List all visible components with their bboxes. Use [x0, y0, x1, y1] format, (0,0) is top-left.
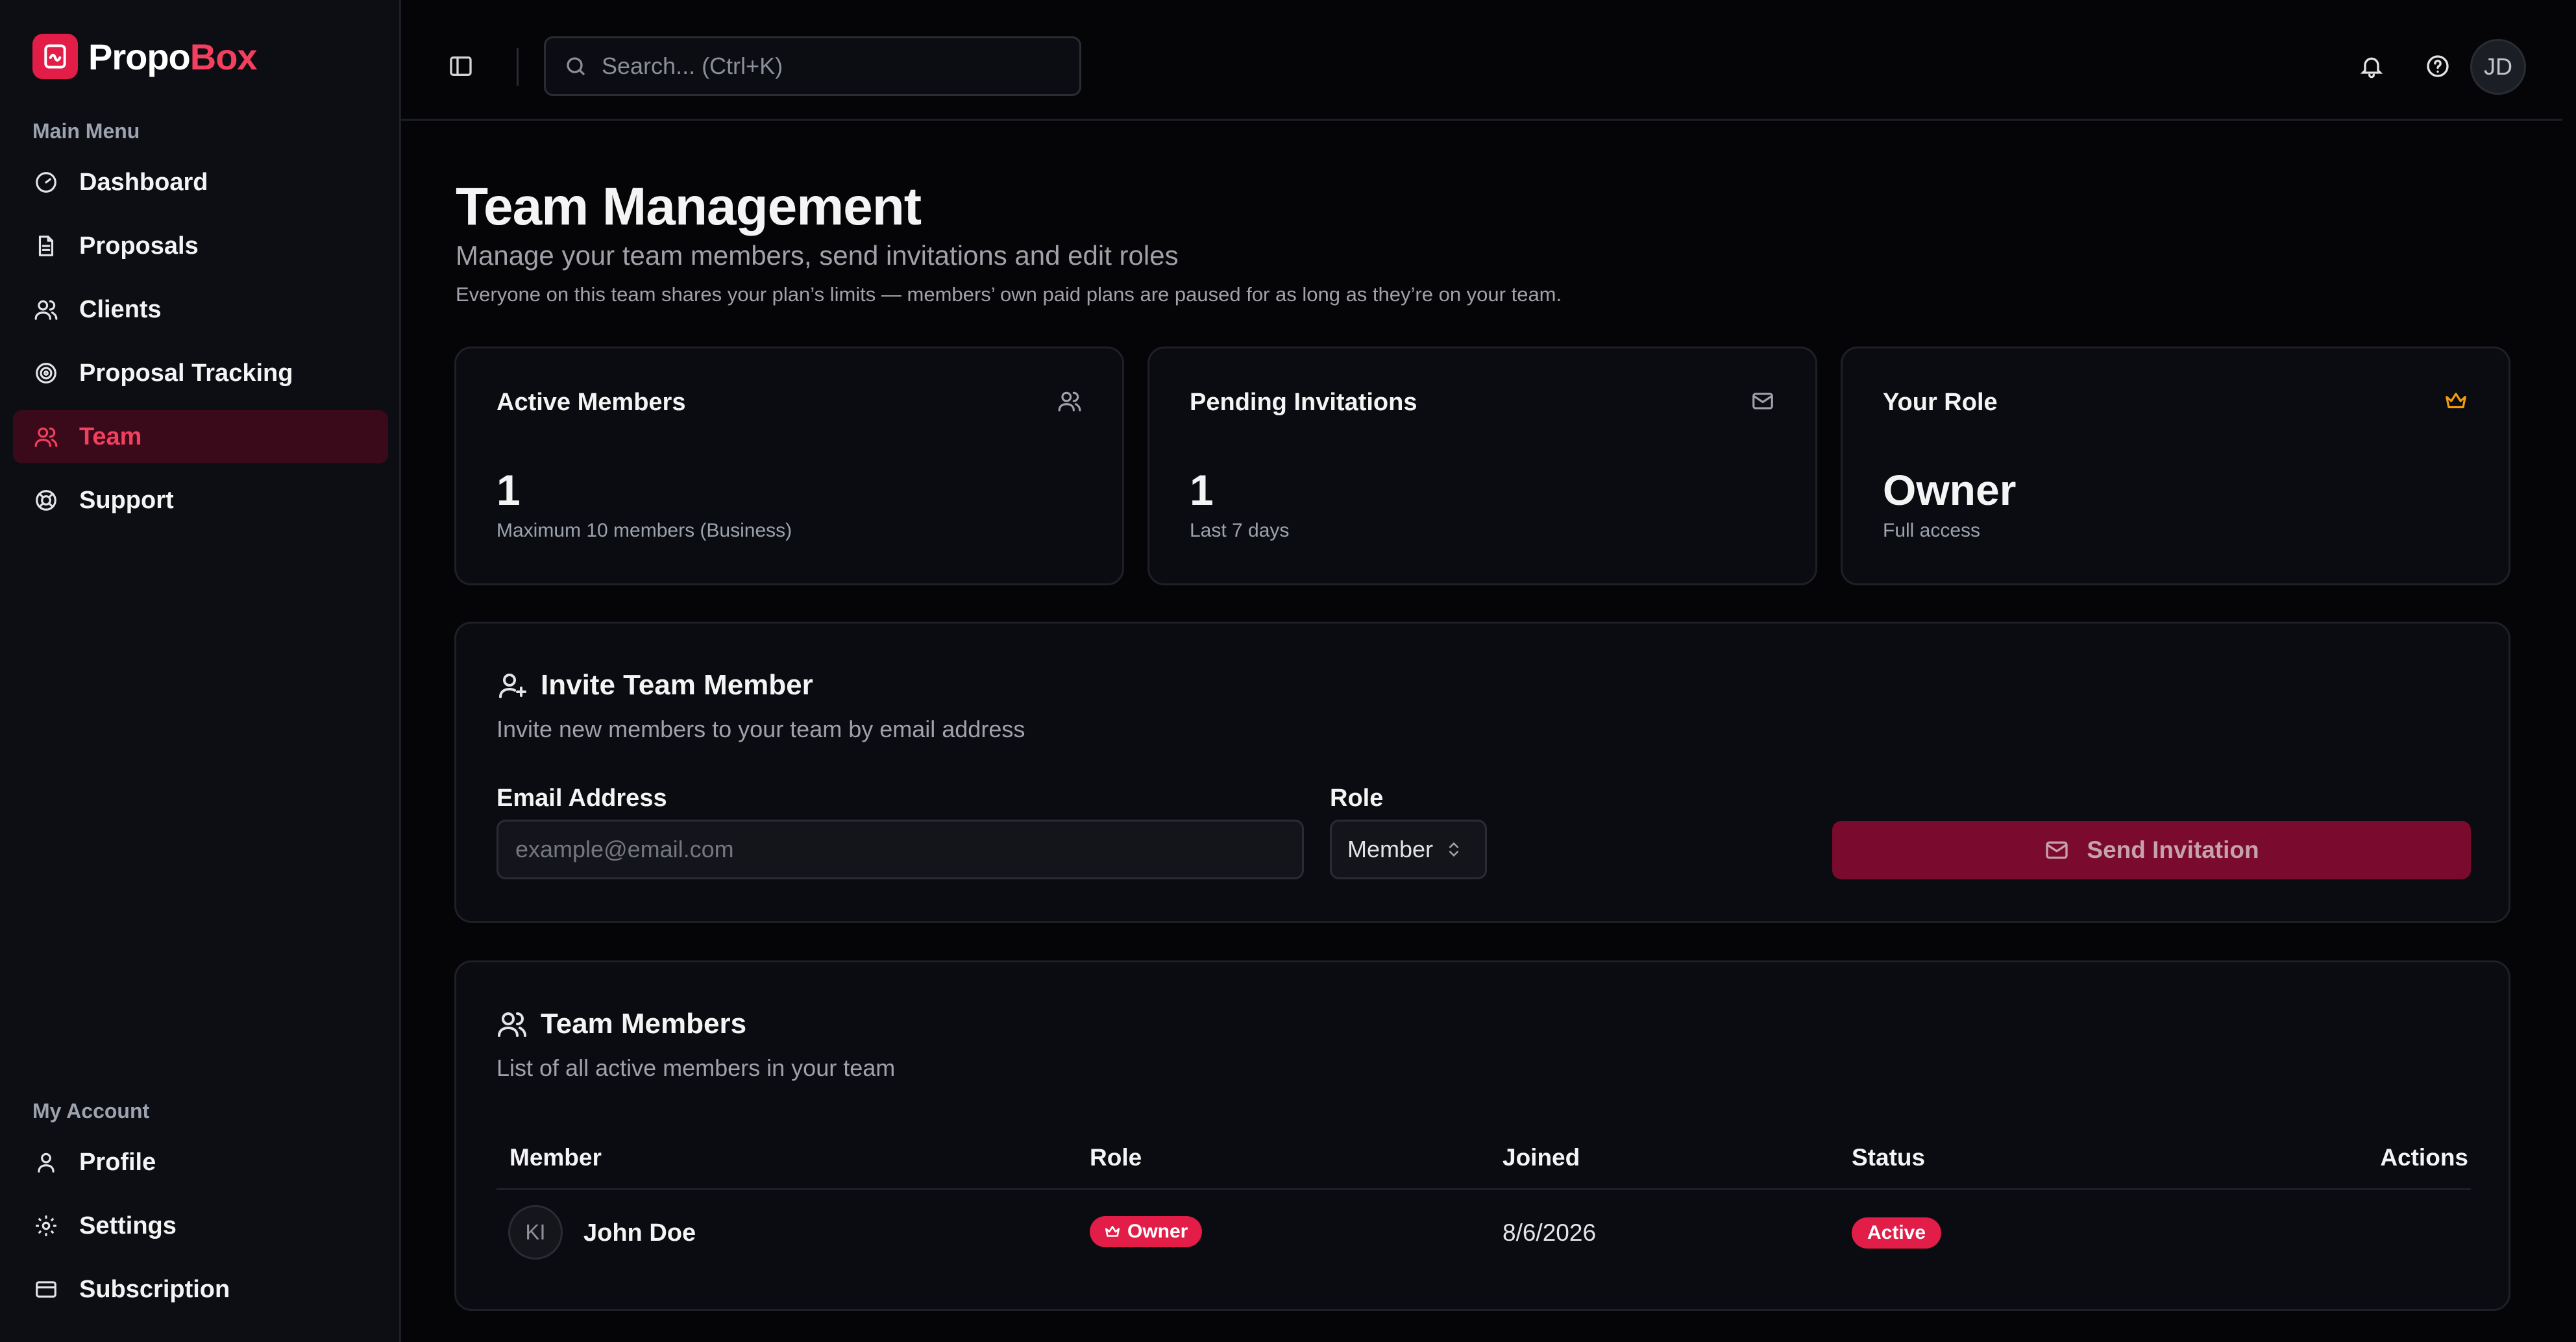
sidebar-item-support[interactable]: Support	[13, 474, 388, 527]
gauge-icon	[36, 172, 56, 193]
propobox-logo-icon	[32, 34, 78, 79]
sidebar-item-label: Proposals	[79, 232, 199, 260]
column-header-joined: Joined	[1503, 1144, 1580, 1171]
gear-icon	[36, 1215, 56, 1236]
user-avatar[interactable]: JD	[2470, 39, 2526, 95]
sidebar-item-subscription[interactable]: Subscription	[13, 1263, 388, 1316]
invite-header: Invite Team Member	[497, 669, 813, 702]
column-header-status: Status	[1852, 1144, 1926, 1171]
topbar-divider	[517, 48, 519, 86]
email-label: Email Address	[497, 785, 667, 812]
document-icon	[38, 236, 54, 256]
role-badge-label: Owner	[1127, 1221, 1188, 1242]
stat-card-active-members: Active Members 1 Maximum 10 members (Bus…	[454, 347, 1124, 585]
users-icon	[498, 1012, 526, 1037]
sidebar-item-label: Settings	[79, 1212, 177, 1239]
lifebuoy-icon	[36, 490, 56, 511]
brand[interactable]: PropoBox	[32, 34, 258, 79]
sidebar-item-label: Profile	[79, 1148, 156, 1176]
stat-caption: Full access	[1883, 520, 1981, 541]
sidebar-item-dashboard[interactable]: Dashboard	[13, 156, 388, 209]
user-icon	[38, 1153, 55, 1173]
role-select-value: Member	[1347, 836, 1434, 862]
members-description: List of all active members in your team	[497, 1055, 896, 1081]
sidebar-item-profile[interactable]: Profile	[13, 1136, 388, 1189]
topbar: Search... (Ctrl+K) JD	[401, 0, 2562, 121]
invite-card: Invite Team Member Invite new members to…	[454, 622, 2510, 923]
stat-value: Owner	[1883, 466, 2017, 514]
team-icon	[34, 427, 58, 447]
stat-title: Pending Invitations	[1190, 389, 1417, 416]
stat-card-pending-invitations: Pending Invitations 1 Last 7 days	[1147, 347, 1817, 585]
search-icon	[567, 57, 585, 75]
search-placeholder: Search... (Ctrl+K)	[602, 53, 783, 79]
sidebar-item-label: Support	[79, 486, 174, 514]
bell-icon[interactable]	[2359, 53, 2385, 79]
sidebar: PropoBox Main Menu Dashboard Proposals C…	[0, 0, 401, 1342]
brand-name: PropoBox	[88, 36, 258, 77]
users-icon	[34, 300, 58, 320]
team-members-card: Team Members List of all active members …	[454, 960, 2510, 1311]
sidebar-item-label: Subscription	[79, 1275, 230, 1303]
users-icon	[1058, 391, 1081, 411]
sidebar-item-team[interactable]: Team	[13, 410, 388, 463]
send-invitation-button[interactable]: Send Invitation	[1832, 821, 2471, 879]
user-plus-icon	[499, 674, 526, 698]
sidebar-item-label: Clients	[79, 295, 162, 323]
members-header: Team Members	[497, 1008, 746, 1040]
help-icon[interactable]	[2425, 53, 2451, 79]
stat-title: Your Role	[1883, 389, 1998, 416]
invite-title: Invite Team Member	[541, 669, 813, 701]
sidebar-item-proposals[interactable]: Proposals	[13, 219, 388, 273]
main-menu-label: Main Menu	[32, 119, 140, 143]
my-account-label: My Account	[32, 1099, 150, 1123]
invite-description: Invite new members to your team by email…	[497, 716, 1025, 742]
table-divider	[497, 1188, 2471, 1190]
sidebar-item-label: Dashboard	[79, 168, 208, 196]
page-note: Everyone on this team shares your plan’s…	[456, 283, 1562, 306]
sidebar-item-clients[interactable]: Clients	[13, 283, 388, 336]
sidebar-item-label: Team	[79, 422, 142, 450]
mail-icon	[1752, 393, 1773, 409]
member-name: John Doe	[583, 1219, 696, 1247]
column-header-actions: Actions	[2380, 1144, 2468, 1171]
status-badge: Active	[1852, 1217, 1942, 1249]
members-title: Team Members	[541, 1008, 747, 1040]
email-field[interactable]	[497, 820, 1304, 879]
page-subtitle: Manage your team members, send invitatio…	[456, 240, 1179, 271]
column-header-role: Role	[1090, 1144, 1142, 1171]
crown-icon	[1105, 1226, 1120, 1237]
member-avatar: KI	[508, 1205, 563, 1260]
sidebar-item-proposal-tracking[interactable]: Proposal Tracking	[13, 347, 388, 400]
stat-caption: Maximum 10 members (Business)	[497, 520, 792, 541]
stat-card-your-role: Your Role Owner Full access	[1841, 347, 2510, 585]
chevrons-up-down-icon	[1449, 842, 1459, 857]
credit-card-icon	[36, 1281, 56, 1298]
crown-icon	[2446, 393, 2466, 409]
sidebar-item-label: Proposal Tracking	[79, 359, 293, 387]
joined-date: 8/6/2026	[1503, 1219, 1597, 1246]
target-icon	[36, 363, 56, 384]
role-badge: Owner	[1090, 1216, 1203, 1247]
stat-value: 1	[1190, 466, 1214, 514]
search-input[interactable]: Search... (Ctrl+K)	[544, 36, 1081, 96]
column-header-member: Member	[509, 1144, 602, 1171]
role-label: Role	[1330, 785, 1384, 812]
stat-title: Active Members	[497, 389, 686, 416]
stat-caption: Last 7 days	[1190, 520, 1290, 541]
sidebar-item-settings[interactable]: Settings	[13, 1199, 388, 1252]
role-select[interactable]: Member	[1330, 820, 1487, 879]
mail-icon	[2046, 841, 2068, 859]
sidebar-toggle-icon[interactable]	[448, 53, 474, 79]
page-title: Team Management	[456, 177, 922, 236]
stat-value: 1	[497, 466, 521, 514]
send-invitation-label: Send Invitation	[2087, 836, 2259, 863]
